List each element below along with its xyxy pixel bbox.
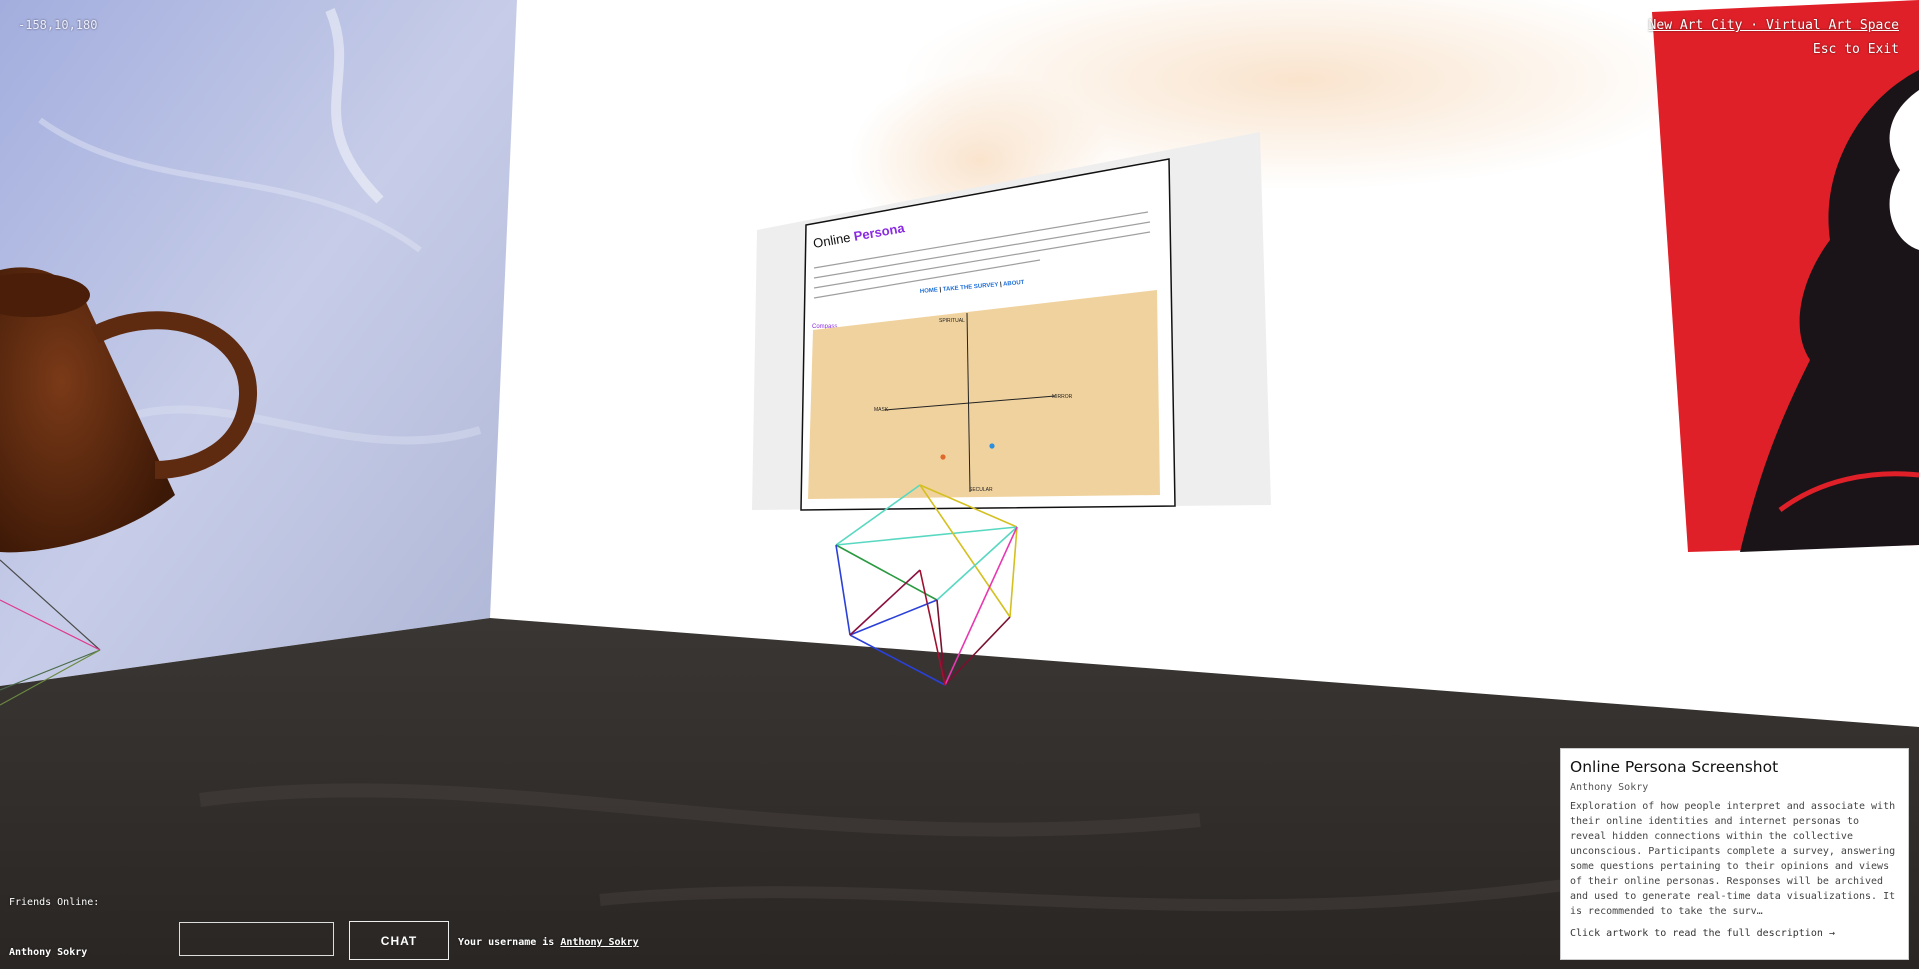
artwork-info-title: Online Persona Screenshot (1570, 758, 1779, 776)
axis-label-bottom: SECULAR (969, 487, 993, 493)
axis-label-left: MASK (874, 407, 889, 413)
compass-dot-blue (989, 443, 995, 449)
username-line: Your username is Anthony Sokry (458, 937, 639, 948)
chat-button[interactable]: CHAT (349, 921, 449, 960)
red-poster-artwork[interactable] (1652, 0, 1919, 552)
axis-label-top: SPIRITUAL (939, 318, 965, 324)
artwork-info-card[interactable]: Online Persona Screenshot Anthony Sokry … (1560, 748, 1909, 960)
friends-online-label: Friends Online: (9, 897, 100, 908)
friend-list-item: Anthony Sokry (9, 947, 88, 958)
coordinates-readout: -158,10,180 (18, 18, 98, 32)
username-link[interactable]: Anthony Sokry (560, 937, 638, 948)
chat-input[interactable] (179, 922, 334, 956)
exit-hint: Esc to Exit (1812, 42, 1899, 57)
axis-label-right: MIRROR (1052, 394, 1073, 400)
username-prefix: Your username is (458, 937, 555, 948)
read-full-description-link[interactable]: Click artwork to read the full descripti… (1570, 928, 1899, 939)
new-art-city-link[interactable]: New Art City · Virtual Art Space (1649, 18, 1899, 33)
artwork-info-author: Anthony Sokry (1570, 782, 1649, 793)
compass-dot-orange (940, 454, 946, 460)
artwork-info-description: Exploration of how people interpret and … (1570, 801, 1896, 917)
